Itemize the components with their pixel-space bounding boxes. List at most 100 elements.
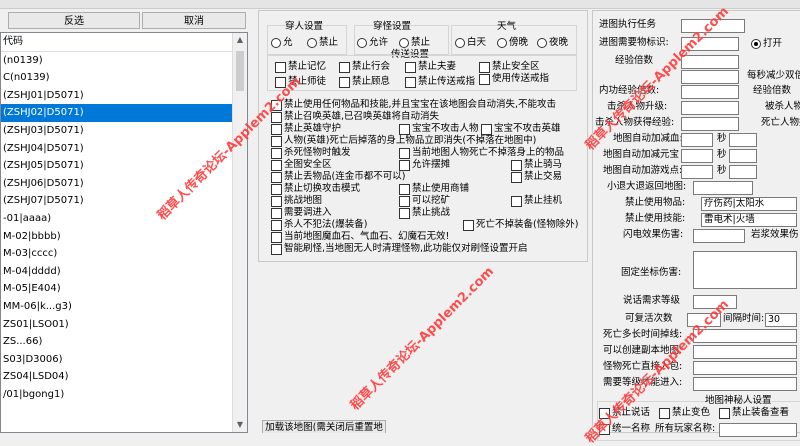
list-header: 代码 <box>1 33 235 52</box>
inner-exp-field[interactable] <box>681 85 739 99</box>
weather-dusk-radio[interactable]: 傍晚 <box>497 37 528 49</box>
cancel-button[interactable]: 取消 <box>142 12 246 29</box>
logout-return-field[interactable] <box>693 181 753 195</box>
wear-label: 穿人设置 <box>285 21 324 32</box>
weather-night-radio[interactable]: 夜晚 <box>537 37 568 49</box>
no-ring-check[interactable]: 禁止传送戒指 <box>405 76 475 88</box>
scroll-up-icon[interactable]: ▲ <box>233 33 247 47</box>
no-drop-on-death-check[interactable]: 当前地图人物死亡不掉落身上的物品 <box>399 147 564 159</box>
map-settings-panel: 进图执行任务 进图需要物标识: 打开 经验倍数 每秒减少双倍 内功经验倍数: 经… <box>592 10 800 441</box>
no-ride-check[interactable]: 禁止骑马 <box>511 159 562 171</box>
no-drop-gear-check[interactable]: 死亡不掉装备(怪物除外) <box>463 219 578 231</box>
list-item[interactable]: M-05|E404) <box>1 280 235 298</box>
no-hero-guard-check[interactable]: 禁止英雄守护 <box>271 123 341 135</box>
killed-player-label: 被杀人物 <box>765 101 800 112</box>
challenge-map-check[interactable]: 挑战地图 <box>271 195 322 207</box>
forbid-skills-field[interactable]: 雷电术|火墙 <box>701 213 797 227</box>
list-item[interactable]: M-03|cccc) <box>1 245 235 263</box>
no-safezone-check[interactable]: 禁止安全区 <box>479 61 540 73</box>
enter-item-label: 进图需要物标识: <box>599 37 669 48</box>
weather-label: 天气 <box>497 21 517 32</box>
list-item[interactable]: (ZSHJ01|D5071) <box>1 87 235 105</box>
list-item[interactable]: ZS...66) <box>1 333 235 351</box>
invert-select-button[interactable]: 反选 <box>8 12 140 29</box>
auto-hp-field[interactable] <box>681 133 713 147</box>
wear-allow-radio[interactable]: 允 <box>271 37 293 49</box>
speak-level-label: 说话需求等级 <box>623 295 681 306</box>
auto-points-sec-field[interactable] <box>729 165 757 179</box>
no-memory-check[interactable]: 禁止记忆 <box>275 61 326 73</box>
pk-no-crime-check[interactable]: 杀人不犯法(爆装备) <box>271 219 367 231</box>
enter-task-label: 进图执行任务 <box>599 19 657 30</box>
interval-label: 间隔时间: <box>723 313 765 324</box>
weather-day-radio[interactable]: 白天 <box>455 37 486 49</box>
no-challenge-check[interactable]: 禁止挑战 <box>399 207 450 219</box>
stones-invalid-check[interactable]: 当前地图魔血石、气血石、幻魔石无效! <box>271 231 449 243</box>
auto-points-field[interactable] <box>681 165 713 179</box>
wear2-allow-radio[interactable]: 允许 <box>357 37 388 49</box>
open-radio[interactable]: 打开 <box>751 38 782 50</box>
list-item[interactable]: ZS01|LSO01) <box>1 316 235 334</box>
auto-gold-field[interactable] <box>681 149 713 163</box>
auto-hp-label: 地图自动加减血: <box>613 133 683 144</box>
lightning-dmg-field[interactable] <box>693 229 745 243</box>
need-enter-check[interactable]: 需要调进入 <box>271 207 332 219</box>
load-map-button[interactable]: 加载该地图(需关闭后重置地 <box>262 420 386 433</box>
auto-hp-sec-label: 秒 <box>717 133 727 144</box>
use-ring-check[interactable]: 使用传送戒指 <box>479 73 549 85</box>
all-names-field[interactable] <box>719 423 797 437</box>
forbid-items-field[interactable]: 疗伤药|太阳水 <box>701 197 797 211</box>
no-shop-check[interactable]: 禁止使用商铺 <box>399 183 469 195</box>
list-item[interactable]: /01|bgong1) <box>1 386 235 404</box>
allow-stall-check[interactable]: 允许摆摊 <box>399 159 450 171</box>
wear-deny-radio[interactable]: 禁止 <box>307 37 338 49</box>
no-trade-check[interactable]: 禁止交易 <box>511 171 562 183</box>
list-item[interactable]: (ZSHJ04|D5071) <box>1 140 235 158</box>
list-item[interactable]: S03|D3006) <box>1 351 235 369</box>
list-item[interactable]: MM-06|k...g3) <box>1 298 235 316</box>
pet-no-attack-player-check[interactable]: 宝宝不攻击人物 <box>399 123 479 135</box>
interval-field[interactable]: 30 <box>765 313 797 327</box>
scroll-thumb[interactable] <box>236 51 244 91</box>
auto-gold-sec-field[interactable] <box>729 149 757 163</box>
monster-to-bag-field[interactable] <box>693 361 797 375</box>
scroll-down-icon[interactable]: ▼ <box>233 418 247 432</box>
list-item[interactable]: (ZSHJ03|D5071) <box>1 122 235 140</box>
create-instance-field[interactable] <box>693 345 797 359</box>
list-item[interactable]: ZS04|LSD04) <box>1 368 235 386</box>
kill-player-level-field[interactable] <box>681 101 739 115</box>
no-items-skills-check[interactable]: 禁止使用任何物品和技能,并且宝宝在该地图会自动消失,不能攻击 <box>271 99 556 111</box>
smart-spawn-check[interactable]: 智能刷怪,当地图无人时清理怪物,此功能仅对刷怪设置开启 <box>271 243 528 255</box>
drop-vanish-check[interactable]: 人物(英雄)死亡后掉落的身上物品立即消失(不掉落在地图中) <box>271 135 536 147</box>
allow-mining-check[interactable]: 可以挖矿 <box>399 195 450 207</box>
list-item[interactable]: (n0139) <box>1 52 235 70</box>
full-safezone-check[interactable]: 全图安全区 <box>271 159 332 171</box>
list-item[interactable]: (ZSHJ02|D5071) <box>1 104 235 122</box>
auto-hp-sec-field[interactable] <box>729 133 757 147</box>
wear2-deny-radio[interactable]: 禁止 <box>399 37 430 49</box>
no-drop-items-check[interactable]: 禁止丢物品(连金币都不可以) <box>271 171 405 183</box>
list-item[interactable]: -01|aaaa) <box>1 210 235 228</box>
enter-level-field[interactable] <box>693 377 797 391</box>
no-summon-hero-check[interactable]: 禁止召唤英雄,已召唤英雄将自动消失 <box>271 111 439 123</box>
no-rest-check[interactable]: 禁止顾息 <box>339 76 390 88</box>
no-attack-mode-check[interactable]: 禁止切换攻击模式 <box>271 183 360 195</box>
exp-rate-label: 经验倍数 <box>615 55 654 66</box>
no-guild-check[interactable]: 禁止行会 <box>339 61 390 73</box>
no-gear-view-check[interactable]: 禁止装备查看 <box>719 407 789 419</box>
list-item[interactable]: (ZSHJ07|D5071) <box>1 192 235 210</box>
no-couple-check[interactable]: 禁止夫妻 <box>405 61 456 73</box>
list-item[interactable]: M-04|dddd) <box>1 263 235 281</box>
kill-player-exp-field[interactable] <box>681 117 739 131</box>
kill-monster-trigger-check[interactable]: 杀死怪物时触发 <box>271 147 351 159</box>
double-exp-field[interactable] <box>681 70 739 84</box>
list-item[interactable]: M-02|bbbb) <box>1 228 235 246</box>
watermark: 稻草人传奇论坛-Applem2.com <box>347 264 498 414</box>
no-color-check[interactable]: 禁止变色 <box>659 407 710 419</box>
list-item[interactable]: C(n0139) <box>1 69 235 87</box>
map-list[interactable]: 代码 (n0139) C(n0139) (ZSHJ01|D5071) (ZSHJ02|… <box>0 32 248 433</box>
list-scrollbar[interactable]: ▲ ▼ <box>232 33 247 432</box>
fixed-pos-dmg-field[interactable] <box>693 251 797 289</box>
pet-no-attack-hero-check[interactable]: 宝宝不攻击英雄 <box>481 123 561 135</box>
no-auto-hang-check[interactable]: 禁止挂机 <box>511 195 562 207</box>
